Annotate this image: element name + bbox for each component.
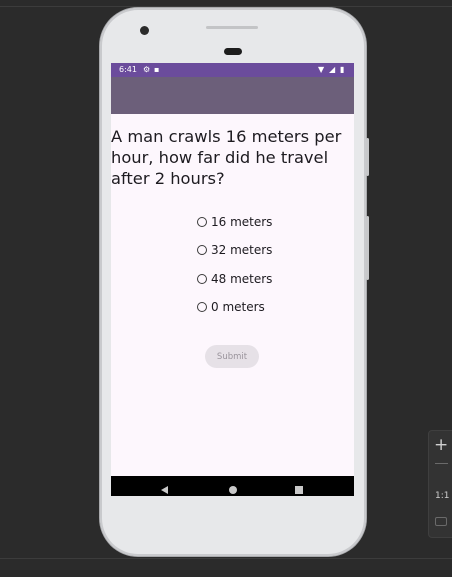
question-text: A man crawls 16 meters per hour, how far… — [111, 127, 342, 188]
option-label: 48 meters — [211, 272, 273, 286]
wifi-icon: ▼ — [318, 65, 325, 74]
zoom-actual-size-button[interactable]: 1:1 — [435, 491, 449, 501]
toolbar-divider — [0, 6, 452, 7]
settings-icon: ⚙ — [143, 65, 151, 74]
option-48-meters[interactable]: 48 meters — [197, 270, 272, 288]
app-bar — [111, 77, 354, 114]
radio-button[interactable] — [197, 302, 207, 312]
front-camera — [140, 26, 149, 35]
battery-icon: ▮ — [340, 65, 345, 74]
radio-button[interactable] — [197, 217, 207, 227]
status-bar: 6:41 ⚙ ▪ ▼ ◢ ▮ — [111, 63, 354, 77]
signal-icon: ◢ — [329, 65, 336, 74]
option-0-meters[interactable]: 0 meters — [197, 298, 265, 316]
recents-icon[interactable] — [295, 486, 303, 494]
device-frame: 6:41 ⚙ ▪ ▼ ◢ ▮ A man crawls 16 meters pe… — [100, 8, 369, 556]
bottom-divider — [0, 558, 452, 559]
option-32-meters[interactable]: 32 meters — [197, 241, 272, 259]
radio-button[interactable] — [197, 274, 207, 284]
power-button — [366, 138, 369, 176]
option-16-meters[interactable]: 16 meters — [197, 213, 272, 231]
option-label: 32 meters — [211, 243, 273, 257]
option-label: 16 meters — [211, 215, 273, 229]
back-icon[interactable] — [161, 486, 168, 494]
zoom-controls: + 1:1 — [428, 430, 452, 538]
zoom-in-icon[interactable]: + — [434, 437, 448, 454]
sd-card-icon: ▪ — [154, 65, 160, 74]
zoom-out-icon[interactable] — [435, 463, 448, 464]
speaker-grille — [206, 26, 258, 29]
radio-button[interactable] — [197, 245, 207, 255]
device-screen: 6:41 ⚙ ▪ ▼ ◢ ▮ A man crawls 16 meters pe… — [111, 63, 354, 496]
home-icon[interactable] — [229, 486, 237, 494]
submit-button[interactable]: Submit — [205, 345, 259, 368]
navigation-bar — [111, 476, 354, 496]
volume-button — [366, 216, 369, 280]
earpiece — [224, 48, 242, 55]
option-label: 0 meters — [211, 300, 265, 314]
status-time: 6:41 — [119, 65, 137, 74]
zoom-fit-icon[interactable] — [435, 517, 447, 526]
